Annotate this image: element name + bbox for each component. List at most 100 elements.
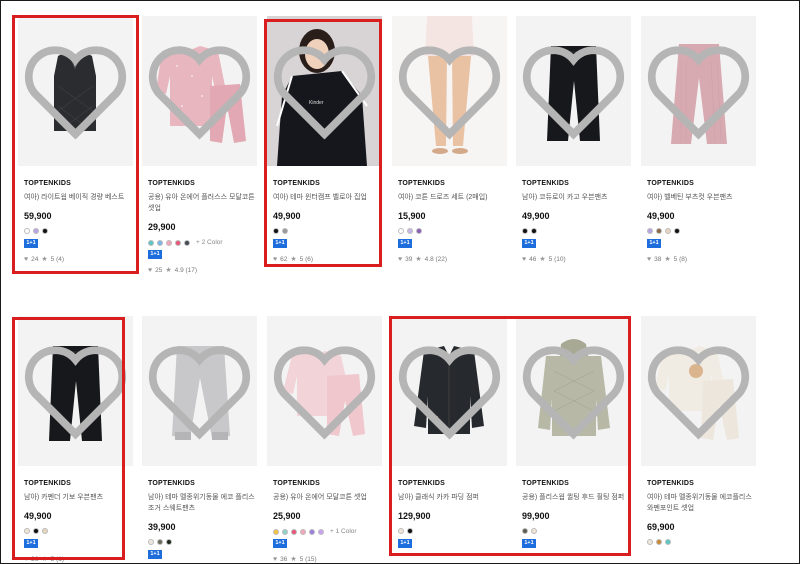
color-swatch[interactable] [522,228,528,234]
like-count: 39 [405,255,413,263]
color-swatch[interactable] [42,528,48,534]
product-price: 49,900 [24,511,52,521]
heart-icon[interactable] [267,316,382,466]
product-card[interactable]: TOPTENKIDS 공용) 유아 온에어 모달코튼 셋업 25,900 + 1 Co… [267,316,382,564]
color-swatch[interactable] [42,228,48,234]
heart-icon[interactable] [142,316,257,466]
color-swatch[interactable] [300,528,306,535]
color-swatch[interactable] [674,228,680,234]
product-card[interactable]: TOPTENKIDS 여아) 벨베틴 부츠컷 우븐팬츠 49,900 1+1 ♥ 38 ★ 5… [641,16,756,276]
product-card[interactable]: TOPTENKIDS 여아) 라이트웜 베이직 경량 베스트 59,900 1+1 ♥ 2… [18,16,133,276]
product-thumbnail[interactable] [18,16,133,166]
rating-text: 5 (8) [673,255,688,263]
heart-icon[interactable] [18,316,133,466]
product-card[interactable]: TOPTENKIDS 여아) 테마 멜종위기동물 에코플리스 와펜포인트 셋업 69… [641,316,756,564]
product-name[interactable]: 공용) 플리스웜 퀼팅 후드 휠팅 점퍼 [522,492,630,503]
color-swatch[interactable] [282,228,288,234]
color-swatch[interactable] [398,528,404,534]
product-name[interactable]: 남아) 테마 멜종위기동물 에코 플리스 조거 스웨트팬츠 [148,492,256,514]
promo-badge: 1+1 [647,239,661,248]
product-thumbnail[interactable] [142,316,257,466]
color-swatch[interactable] [33,228,39,234]
product-thumbnail[interactable] [392,16,507,166]
product-card[interactable]: Kinder TOPTENKIDS 여아) 테마 윈터캠프 벨로아 집업 49,900… [267,16,382,276]
product-thumbnail[interactable] [392,316,507,466]
product-price: 15,900 [398,211,426,221]
product-card[interactable]: TOPTENKIDS 남아) 클래식 카카 파딩 점퍼 129,900 1+1 [392,316,507,564]
color-swatch[interactable] [398,228,404,234]
color-swatch[interactable] [665,228,671,234]
product-name[interactable]: 여아) 코튼 드로즈 세트 (2매입) [398,192,506,203]
heart-count-icon: ♥ [148,266,153,274]
color-swatch[interactable] [184,239,190,246]
product-thumbnail[interactable] [641,16,756,166]
color-swatch[interactable] [33,528,39,534]
product-card[interactable]: TOPTENKIDS 여아) 코튼 드로즈 세트 (2매입) 15,900 1+1 ♥ 3… [392,16,507,276]
heart-count-icon: ♥ [273,255,278,263]
color-swatch[interactable] [282,528,288,535]
color-swatch[interactable] [175,239,181,246]
review-meta: ♥ 38 ★ 5 (8) [647,255,688,264]
brand-name: TOPTENKIDS [647,180,694,187]
color-swatch[interactable] [665,539,671,545]
color-swatch[interactable] [148,239,154,246]
color-swatches [647,228,680,234]
product-name[interactable]: 여아) 라이트웜 베이직 경량 베스트 [24,192,132,203]
product-thumbnail[interactable]: Kinder [267,16,382,166]
color-swatch[interactable] [24,528,30,534]
color-swatch[interactable] [157,239,163,246]
color-swatch[interactable] [273,228,279,234]
product-name[interactable]: 공용) 유아 온에어 모달코튼 셋업 [273,492,381,503]
product-thumbnail[interactable] [516,316,631,466]
color-swatch[interactable] [24,228,30,234]
like-count: 24 [31,255,39,263]
product-thumbnail[interactable] [142,16,257,166]
color-swatch[interactable] [273,528,279,535]
promo-badge: 1+1 [398,539,412,548]
heart-icon[interactable] [392,316,507,466]
product-name[interactable]: 남아) 클래식 카카 파딩 점퍼 [398,492,506,503]
product-name[interactable]: 여아) 테마 윈터캠프 벨로아 집업 [273,192,381,203]
product-card[interactable]: TOPTENKIDS 남아) 카펜더 기보 우븐팬츠 49,900 1+1 ♥ 26 ★ 5 … [18,316,133,564]
color-swatch[interactable] [522,528,528,534]
review-meta: ♥ 25 ★ 4.9 (17) [148,266,197,275]
color-swatch[interactable] [531,228,537,234]
color-swatch[interactable] [148,539,154,545]
product-name[interactable]: 남아) 코듀로이 카고 우븐팬츠 [522,192,630,203]
heart-icon[interactable] [392,16,507,166]
heart-icon[interactable] [641,16,756,166]
product-card[interactable]: TOPTENKIDS 남아) 코듀로이 카고 우븐팬츠 49,900 1+1 ♥ 46 ★ 5… [516,16,631,276]
product-thumbnail[interactable] [516,16,631,166]
product-name[interactable]: 여아) 테마 멜종위기동물 에코플리스 와펜포인트 셋업 [647,492,755,514]
color-swatch[interactable] [656,539,662,545]
color-swatch[interactable] [291,528,297,535]
product-name[interactable]: 남아) 카펜더 기보 우븐팬츠 [24,492,132,503]
color-swatch[interactable] [531,528,537,534]
color-swatch[interactable] [647,539,653,545]
product-thumbnail[interactable] [641,316,756,466]
heart-icon[interactable] [516,16,631,166]
color-swatch[interactable] [407,528,413,534]
color-swatch[interactable] [166,539,172,545]
color-swatch[interactable] [407,228,413,234]
product-name[interactable]: 공용) 유아 온에어 플러스스 모달코튼 셋업 [148,192,256,214]
product-thumbnail[interactable] [18,316,133,466]
product-card[interactable]: TOPTENKIDS 남아) 테마 멜종위기동물 에코 플리스 조거 스웨트팬츠 3… [142,316,257,564]
heart-icon[interactable] [641,316,756,466]
heart-icon[interactable] [267,16,382,166]
product-thumbnail[interactable] [267,316,382,466]
heart-icon[interactable] [516,316,631,466]
color-swatch[interactable] [656,228,662,234]
color-swatch[interactable] [166,239,172,246]
promo-badge: 1+1 [522,539,536,548]
heart-icon[interactable] [18,16,133,166]
product-card[interactable]: TOPTENKIDS 공용) 플리스웜 퀼팅 후드 휠팅 점퍼 99,900 1+1 [516,316,631,564]
color-swatch[interactable] [157,539,163,545]
product-card[interactable]: TOPTENKIDS 공용) 유아 온에어 플러스스 모달코튼 셋업 29,900 +… [142,16,257,276]
color-swatch[interactable] [647,228,653,234]
heart-icon[interactable] [142,16,257,166]
color-swatch[interactable] [318,528,324,535]
product-name[interactable]: 여아) 벨베틴 부츠컷 우븐팬츠 [647,192,755,203]
color-swatch[interactable] [416,228,422,234]
color-swatch[interactable] [309,528,315,535]
